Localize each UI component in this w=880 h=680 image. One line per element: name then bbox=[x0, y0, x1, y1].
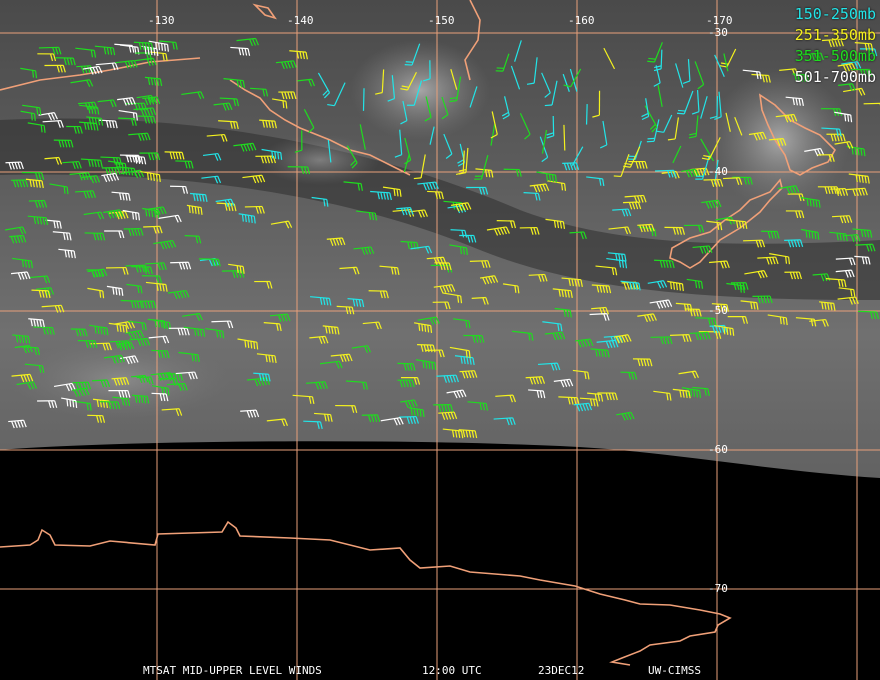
footer-caption: MTSAT MID-UPPER LEVEL WINDS 12:00 UTC 23… bbox=[0, 664, 880, 678]
footer-product: MTSAT MID-UPPER LEVEL WINDS bbox=[143, 664, 322, 677]
lon-label: -150 bbox=[428, 14, 455, 27]
lat-label: -50 bbox=[708, 304, 728, 317]
lat-label: -40 bbox=[708, 165, 728, 178]
lon-label: -130 bbox=[148, 14, 175, 27]
lon-label: -160 bbox=[568, 14, 595, 27]
footer-time: 12:00 UTC bbox=[422, 664, 482, 677]
lat-label: -70 bbox=[708, 582, 728, 595]
legend-item-351-500: 351-500mb bbox=[794, 47, 876, 65]
antarctica-coast bbox=[0, 520, 732, 666]
legend-item-251-350: 251-350mb bbox=[794, 26, 876, 44]
footer-source: UW-CIMSS bbox=[648, 664, 701, 677]
footer-date: 23DEC12 bbox=[538, 664, 585, 677]
wind-barb bbox=[362, 88, 365, 111]
satellite-wind-map: -130 -140 -150 -160 -170 -30 -40 -50 -60… bbox=[0, 0, 880, 680]
lon-label: -140 bbox=[287, 14, 314, 27]
wind-barb bbox=[585, 104, 588, 125]
wind-barb bbox=[563, 124, 566, 151]
pressure-legend: 150-250mb 251-350mb 351-500mb 501-700mb bbox=[795, 4, 876, 88]
lat-label: -60 bbox=[708, 443, 728, 456]
legend-item-501-700: 501-700mb bbox=[794, 68, 876, 86]
bright-cloud bbox=[260, 135, 380, 185]
legend-item-150-250: 150-250mb bbox=[794, 5, 876, 23]
lat-label: -30 bbox=[708, 26, 728, 39]
